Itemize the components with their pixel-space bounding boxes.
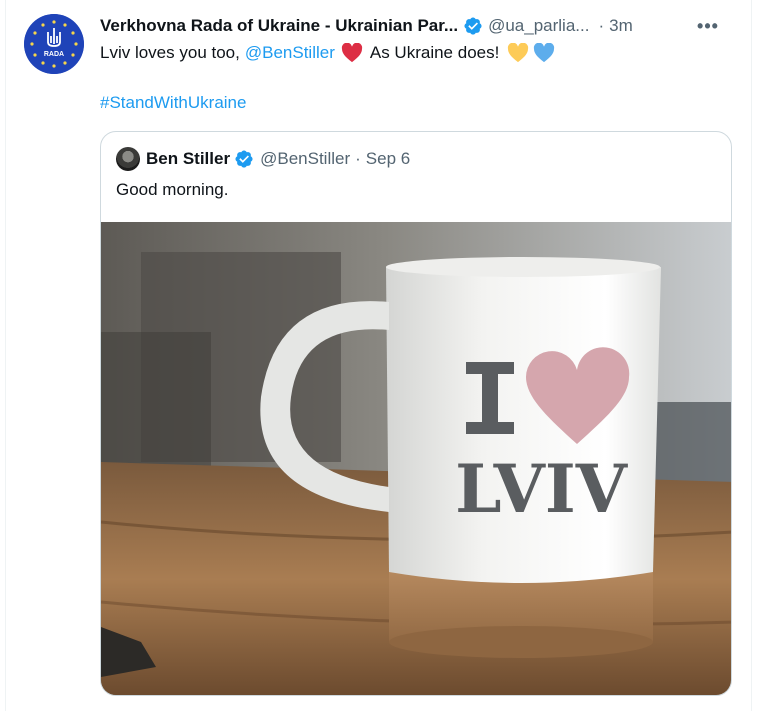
avatar-label: RADA: [44, 51, 64, 58]
tweet-text: Lviv loves you too, @BenStiller As Ukrai…: [100, 41, 555, 65]
mention-link[interactable]: @BenStiller: [245, 41, 335, 65]
photo-mug-icon: LVIV: [101, 222, 731, 695]
quoted-tweet-header: Ben Stiller @BenStiller · Sep 6: [116, 146, 410, 172]
timeline-border-right: [751, 0, 752, 711]
tweet-header: Verkhovna Rada of Ukraine - Ukrainian Pa…: [100, 12, 740, 40]
timeline-border-left: [5, 0, 6, 711]
quoted-author-avatar: [116, 147, 140, 171]
author-display-name[interactable]: Verkhovna Rada of Ukraine - Ukrainian Pa…: [100, 16, 458, 36]
yellow-heart-icon: [508, 43, 529, 63]
verified-badge-icon: [464, 17, 482, 35]
separator-dot: ·: [355, 149, 361, 168]
author-handle[interactable]: @ua_parlia...: [488, 16, 589, 36]
author-avatar[interactable]: RADA: [24, 14, 84, 74]
quoted-tweet-timestamp: Sep 6: [365, 149, 411, 168]
red-heart-icon: [341, 43, 362, 63]
more-horizontal-icon[interactable]: •••: [696, 14, 720, 38]
quoted-tweet-photo[interactable]: LVIV: [101, 222, 731, 695]
tweet-timestamp[interactable]: 3m: [609, 16, 633, 36]
tweet-text-lead: Lviv loves you too,: [100, 43, 240, 62]
quoted-tweet-text: Good morning.: [116, 180, 229, 199]
rada-logo-icon: RADA: [24, 14, 84, 74]
mug-text: LVIV: [455, 450, 629, 528]
hashtag-link[interactable]: #StandWithUkraine: [100, 91, 246, 115]
verified-badge-icon: [235, 150, 253, 168]
separator-dot: ·: [598, 16, 605, 35]
blue-heart-icon: [534, 43, 555, 63]
quoted-author-display-name: Ben Stiller: [146, 149, 231, 168]
quoted-tweet[interactable]: Ben Stiller @BenStiller · Sep 6 Good mor…: [100, 131, 732, 696]
quoted-author-handle: @BenStiller: [260, 149, 351, 168]
tweet-text-middle: As Ukraine does!: [369, 43, 500, 62]
